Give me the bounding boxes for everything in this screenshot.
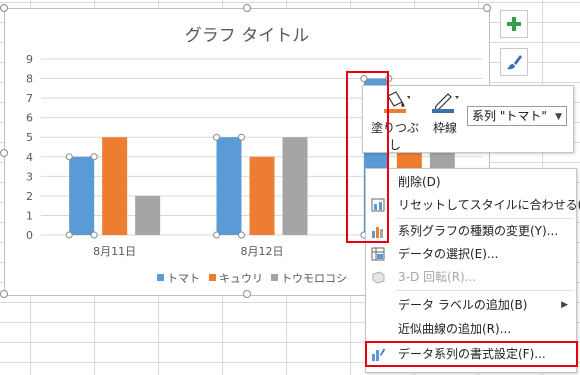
bar-tomato[interactable] [216,137,242,235]
chevron-down-icon: ▼ [555,112,562,122]
mini-toolbar: 塗りつぶし 枠線 系列 "トマト" ▼ [362,85,574,153]
bar-corn[interactable] [282,137,308,235]
menu-separator [396,290,574,291]
y-tick-label: 0 [26,229,33,242]
menu-item-delete[interactable]: 削除(D) [366,171,576,193]
outline-label: 枠線 [432,121,457,135]
resize-handle-top-left[interactable] [0,4,8,12]
chart-styles-button[interactable] [500,48,528,76]
menu-item-label: 3-D 回転(R)... [398,270,477,284]
menu-item-label: 近似曲線の追加(R)... [398,322,512,336]
y-tick-label: 6 [26,112,33,125]
selection-handle [90,231,98,239]
menu-item-label: 系列グラフの種類の変更(Y)... [398,224,559,238]
legend-label: トマト [167,272,200,285]
series-selector-dropdown[interactable]: 系列 "トマト" ▼ [467,106,567,126]
legend-swatch [271,274,278,281]
bar-cucumber[interactable] [249,156,275,235]
bar-cucumber[interactable] [102,137,128,235]
menu-item-label: リセットしてスタイルに合わせる(A) [398,198,580,212]
resize-handle-left[interactable] [0,149,8,157]
menu-item-add-trendline[interactable]: 近似曲線の追加(R)... [366,318,576,340]
selection-handle [238,231,245,239]
resize-handle-bottom[interactable] [243,290,251,298]
menu-item-label: データ ラベルの追加(B) [398,298,528,312]
selection-handle [90,153,98,161]
selection-handle [238,133,245,141]
y-tick-label: 7 [26,92,33,105]
menu-item-label: 削除(D) [398,175,441,189]
brush-icon [507,55,522,70]
resize-handle-bottom-left[interactable] [0,290,8,298]
resize-handle-top[interactable] [243,4,251,12]
y-tick-label: 8 [26,73,33,86]
pen-outline-icon [432,93,459,113]
menu-item-select-data[interactable]: データの選択(E)... [366,243,576,265]
selection-handle [213,231,220,239]
legend-label: トウモロコシ [281,272,347,285]
x-tick-label: 8月12日 [241,245,284,258]
menu-item-label: データの選択(E)... [398,247,499,261]
bar-tomato[interactable] [69,156,95,235]
resize-handle-top-right[interactable] [483,4,491,12]
select-data-icon [371,247,385,261]
menu-separator [396,218,574,219]
rotate-3d-icon [372,271,385,284]
y-tick-label: 2 [26,190,33,203]
menu-item-change-chart-type[interactable]: 系列グラフの種類の変更(Y)... [366,220,576,242]
outline-button[interactable]: 枠線 [427,90,463,136]
menu-item-reset-style[interactable]: リセットしてスタイルに合わせる(A) [366,194,580,216]
y-tick-label: 9 [26,53,33,66]
chart-elements-button[interactable] [500,10,528,38]
selection-handle [65,231,73,239]
menu-item-add-data-labels[interactable]: データ ラベルの追加(B) ▶ [366,294,576,316]
y-tick-label: 5 [26,131,33,144]
x-tick-label: 8月11日 [93,245,136,258]
y-tick-label: 3 [26,170,33,183]
selection-handle [213,133,220,141]
selection-handle [65,153,73,161]
highlight-format-menu-item [365,341,578,367]
series-selector-value: 系列 "トマト" [472,109,547,123]
y-tick-label: 4 [26,151,33,164]
legend-label: キュウリ [219,272,263,285]
plus-icon [507,17,521,31]
legend-swatch [209,274,216,281]
y-tick-label: 1 [26,209,33,222]
submenu-arrow-icon: ▶ [561,300,568,310]
menu-item-3d-rotation[interactable]: 3-D 回転(R)... [366,266,576,288]
bar-corn[interactable] [135,195,161,235]
highlight-selected-series [346,71,389,243]
legend-swatch [157,274,164,281]
